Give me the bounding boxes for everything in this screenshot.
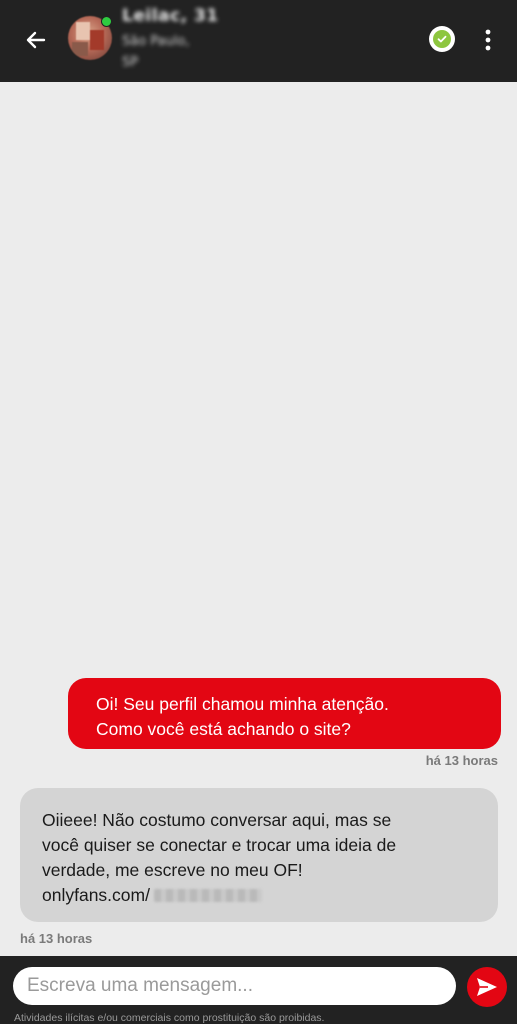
verified-badge[interactable] bbox=[429, 26, 455, 52]
online-status-dot bbox=[101, 16, 112, 27]
link-text[interactable]: onlyfans.com/ bbox=[42, 885, 150, 905]
message-composer: Atividades ilícitas e/ou comerciais como… bbox=[0, 956, 517, 1024]
message-line: Como você está achando o site? bbox=[96, 719, 351, 739]
message-input[interactable] bbox=[13, 967, 456, 1005]
outgoing-message-bubble[interactable]: Oi! Seu perfil chamou minha atenção. Com… bbox=[68, 678, 501, 749]
message-timestamp: há 13 horas bbox=[20, 931, 93, 946]
back-button[interactable] bbox=[18, 22, 54, 58]
send-button[interactable] bbox=[467, 967, 507, 1007]
send-icon bbox=[477, 978, 497, 996]
message-line-link: onlyfans.com/ bbox=[42, 883, 480, 908]
user-name[interactable]: Leilac, 31 bbox=[122, 6, 219, 26]
message-line: verdade, me escreve no meu OF! bbox=[42, 860, 303, 880]
incoming-message-bubble[interactable]: Oiieee! Não costumo conversar aqui, mas … bbox=[20, 788, 498, 922]
user-city: São Paulo, bbox=[122, 34, 190, 49]
verified-check-icon bbox=[433, 30, 451, 48]
message-line: Oi! Seu perfil chamou minha atenção. bbox=[96, 694, 389, 714]
arrow-left-icon bbox=[26, 31, 46, 49]
redacted-handle bbox=[153, 889, 262, 902]
message-line: Oiieee! Não costumo conversar aqui, mas … bbox=[42, 810, 392, 830]
chat-header: Leilac, 31 São Paulo, SP bbox=[0, 0, 517, 82]
message-timestamp: há 13 horas bbox=[425, 753, 498, 768]
more-options-button[interactable] bbox=[474, 22, 502, 58]
disclaimer-text: Atividades ilícitas e/ou comerciais como… bbox=[14, 1012, 325, 1024]
message-list[interactable]: Oi! Seu perfil chamou minha atenção. Com… bbox=[0, 82, 517, 956]
message-line: você quiser se conectar e trocar uma ide… bbox=[42, 835, 397, 855]
more-vertical-icon bbox=[485, 29, 491, 51]
user-state: SP bbox=[122, 55, 139, 70]
chat-screen: Leilac, 31 São Paulo, SP Oi! Seu perfil … bbox=[0, 0, 517, 1024]
